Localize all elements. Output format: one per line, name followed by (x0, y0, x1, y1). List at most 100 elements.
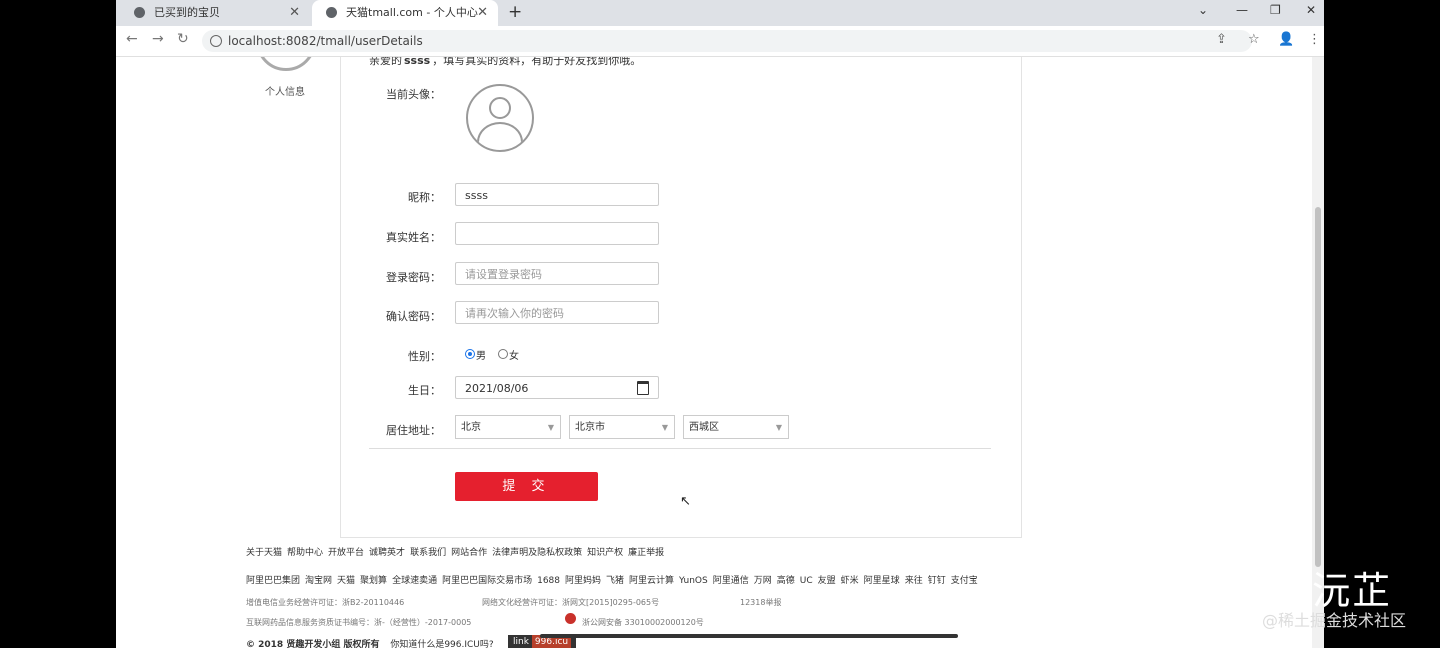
partner-link[interactable]: 阿里巴巴国际交易市场 (442, 576, 532, 586)
partner-link[interactable]: 淘宝网 (305, 576, 332, 586)
chevron-down-icon: ▼ (547, 423, 554, 432)
gender-female-radio[interactable] (498, 349, 508, 359)
partner-link[interactable]: 阿里星球 (864, 576, 900, 586)
partner-link[interactable]: 钉钉 (928, 576, 946, 586)
greeting-prefix: 亲爱的 (369, 57, 402, 67)
avatar-body (477, 122, 523, 150)
copyright-owner: © 2018 贤趣开发小组 版权所有 (246, 640, 380, 648)
user-avatar-icon[interactable] (466, 84, 534, 152)
avatar-head (489, 97, 511, 119)
greeting-suffix: ，填写真实的资料，有助于好友找到你哦。 (432, 57, 642, 67)
url-text: localhost:8082/tmall/userDetails (228, 34, 423, 48)
district-select[interactable]: 西城区 ▼ (683, 415, 789, 439)
footer-links: 关于天猫 帮助中心 开放平台 诚聘英才 联系我们 网站合作 法律声明及隐私权政策 知识产权 廉正… (246, 545, 669, 558)
form-divider (369, 448, 991, 449)
tab-purchased[interactable]: 已买到的宝贝 ✕ (120, 0, 310, 26)
partner-link[interactable]: 虾米 (841, 576, 859, 586)
forward-button[interactable]: → (152, 31, 164, 47)
calendar-icon[interactable] (637, 381, 649, 395)
partner-link[interactable]: 全球速卖通 (392, 576, 437, 586)
footer-link[interactable]: 帮助中心 (287, 548, 323, 558)
back-button[interactable]: ← (126, 31, 138, 47)
partner-link[interactable]: 阿里妈妈 (565, 576, 601, 586)
footer-link[interactable]: 法律声明及隐私权政策 (492, 548, 582, 558)
nickname-label: 昵称： (408, 191, 441, 204)
footer-link[interactable]: 开放平台 (328, 548, 364, 558)
confirm-password-label: 确认密码： (386, 310, 441, 323)
footer-link[interactable]: 诚聘英才 (369, 548, 405, 558)
partner-link[interactable]: 聚划算 (360, 576, 387, 586)
site-info-icon[interactable] (210, 35, 222, 47)
sidebar-avatar (256, 57, 316, 71)
city-select[interactable]: 北京市 ▼ (569, 415, 675, 439)
menu-icon[interactable]: ⋮ (1308, 32, 1321, 47)
report-hotline[interactable]: 12318举报 (740, 597, 781, 608)
district-value: 西城区 (689, 422, 719, 433)
close-tab-icon[interactable]: ✕ (289, 0, 300, 26)
partner-link[interactable]: UC (800, 576, 813, 586)
partner-link[interactable]: 1688 (537, 576, 560, 586)
copyright: © 2018 贤趣开发小组 版权所有 你知道什么是996.ICU吗? (246, 637, 494, 648)
partner-link[interactable]: 天猫 (337, 576, 355, 586)
close-tab-icon[interactable]: ✕ (477, 0, 488, 26)
globe-icon (326, 7, 337, 18)
partner-link[interactable]: 阿里通信 (713, 576, 749, 586)
footer-link[interactable]: 网站合作 (451, 548, 487, 558)
police-record[interactable]: 浙公网安备 33010002000120号 (582, 617, 704, 628)
realname-label: 真实姓名： (386, 231, 441, 244)
partner-link[interactable]: 高德 (777, 576, 795, 586)
password-input[interactable]: 请设置登录密码 (455, 262, 659, 285)
tab-search-icon[interactable]: ⌄ (1198, 3, 1208, 17)
footer-link[interactable]: 知识产权 (587, 548, 623, 558)
submit-button[interactable]: 提 交 (455, 472, 598, 501)
browser-window: 已买到的宝贝 ✕ 天猫tmall.com - 个人中心 ✕ + ⌄ — ❐ ✕ … (116, 0, 1324, 648)
nickname-input[interactable]: ssss (455, 183, 659, 206)
drug-license: 互联网药品信息服务资质证书编号：浙-（经营性）-2017-0005 (246, 618, 472, 627)
footer-link[interactable]: 关于天猫 (246, 548, 282, 558)
city-value: 北京市 (575, 422, 605, 433)
minimize-button[interactable]: — (1236, 3, 1248, 17)
tab-strip: 已买到的宝贝 ✕ 天猫tmall.com - 个人中心 ✕ + ⌄ — ❐ ✕ (116, 0, 1324, 26)
share-icon[interactable]: ⇪ (1216, 32, 1227, 47)
partner-link[interactable]: 支付宝 (951, 576, 978, 586)
birthday-input[interactable]: 2021/08/06 (455, 376, 659, 399)
partner-link[interactable]: 来往 (905, 576, 923, 586)
new-tab-button[interactable]: + (508, 2, 522, 22)
footer-link[interactable]: 联系我们 (410, 548, 446, 558)
profile-form-panel: 亲爱的 ssss ，填写真实的资料，有助于好友找到你哦。 当前头像： 昵称： sss… (340, 57, 1022, 538)
tab-user-center[interactable]: 天猫tmall.com - 个人中心 ✕ (312, 0, 498, 26)
partner-link[interactable]: 友盟 (818, 576, 836, 586)
realname-input[interactable] (455, 222, 659, 245)
gender-male-radio[interactable] (465, 349, 475, 359)
sidebar-item-profile[interactable]: 个人信息 (265, 83, 305, 98)
partner-link[interactable]: 万网 (754, 576, 772, 586)
partner-links: 阿里巴巴集团 淘宝网 天猫 聚划算 全球速卖通 阿里巴巴国际交易市场 1688 阿里妈妈 飞猪阿… (246, 573, 983, 586)
partner-link[interactable]: YunOS (679, 576, 708, 586)
tab-label: 天猫tmall.com - 个人中心 (346, 6, 478, 19)
partner-link[interactable]: 飞猪 (606, 576, 624, 586)
copyright-question[interactable]: 你知道什么是996.ICU吗? (390, 640, 493, 648)
gender-female-label: 女 (509, 351, 519, 362)
link-tooltip-label: link (513, 637, 529, 647)
address-bar[interactable]: localhost:8082/tmall/userDetails (202, 30, 1252, 52)
greeting: 亲爱的 ssss ，填写真实的资料，有助于好友找到你哦。 (369, 57, 641, 68)
page-content: 个人信息 亲爱的 ssss ，填写真实的资料，有助于好友找到你哦。 当前头像： 昵称… (116, 57, 1312, 648)
partner-link[interactable]: 阿里巴巴集团 (246, 576, 300, 586)
tab-label: 已买到的宝贝 (154, 6, 220, 19)
bookmark-star-icon[interactable]: ☆ (1248, 32, 1260, 47)
maximize-button[interactable]: ❐ (1270, 3, 1281, 17)
profile-icon[interactable]: 👤 (1278, 32, 1294, 47)
gender-male-label: 男 (476, 351, 486, 362)
footer-link[interactable]: 廉正举报 (628, 548, 664, 558)
address-label: 居住地址： (386, 424, 441, 437)
province-value: 北京 (461, 422, 481, 433)
close-window-button[interactable]: ✕ (1306, 3, 1316, 17)
birthday-value: 2021/08/06 (465, 382, 529, 395)
police-badge-icon (565, 613, 576, 624)
province-select[interactable]: 北京 ▼ (455, 415, 561, 439)
scrollbar-thumb[interactable] (1315, 207, 1321, 567)
partner-link[interactable]: 阿里云计算 (629, 576, 674, 586)
reload-button[interactable]: ↻ (177, 31, 189, 47)
chevron-down-icon: ▼ (661, 423, 668, 432)
confirm-password-input[interactable]: 请再次输入你的密码 (455, 301, 659, 324)
